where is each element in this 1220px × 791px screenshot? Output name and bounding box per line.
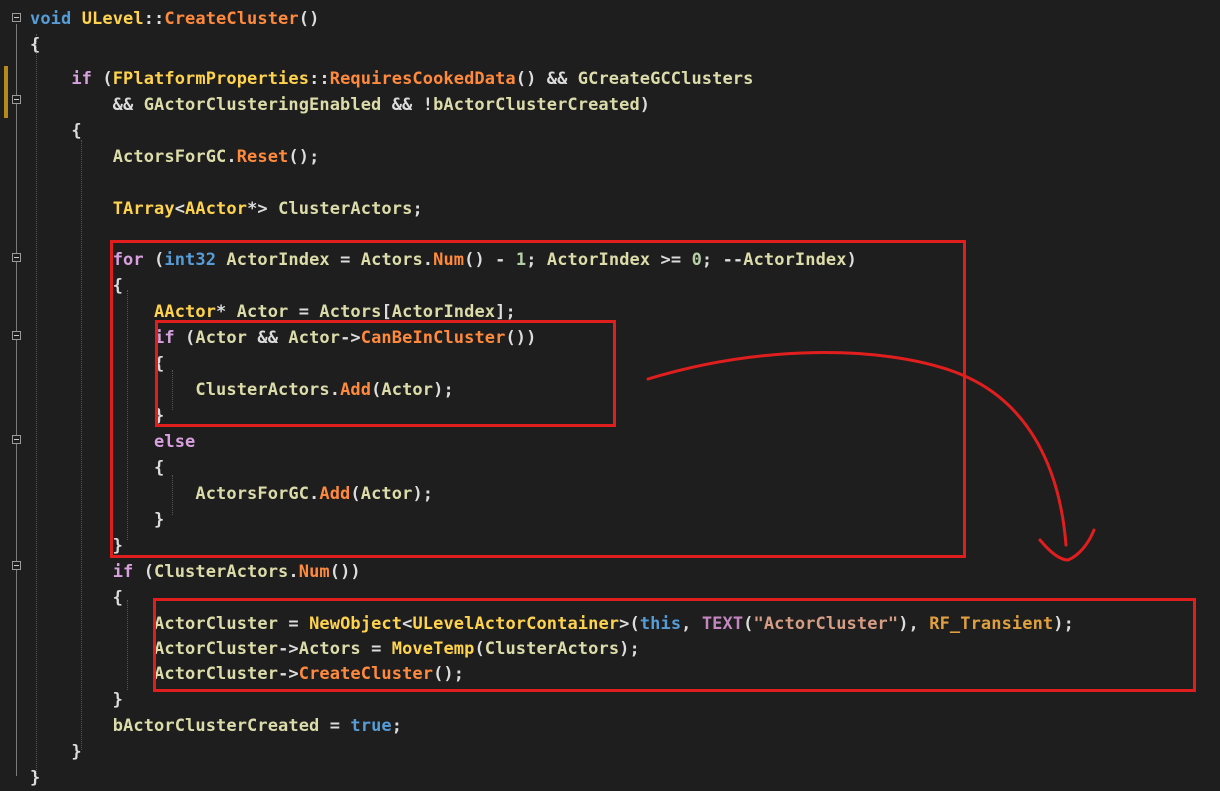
code-editor[interactable]: void ULevel::CreateCluster(){ if (FPlatf…	[0, 0, 1220, 788]
annotation-arrow	[646, 351, 1096, 562]
